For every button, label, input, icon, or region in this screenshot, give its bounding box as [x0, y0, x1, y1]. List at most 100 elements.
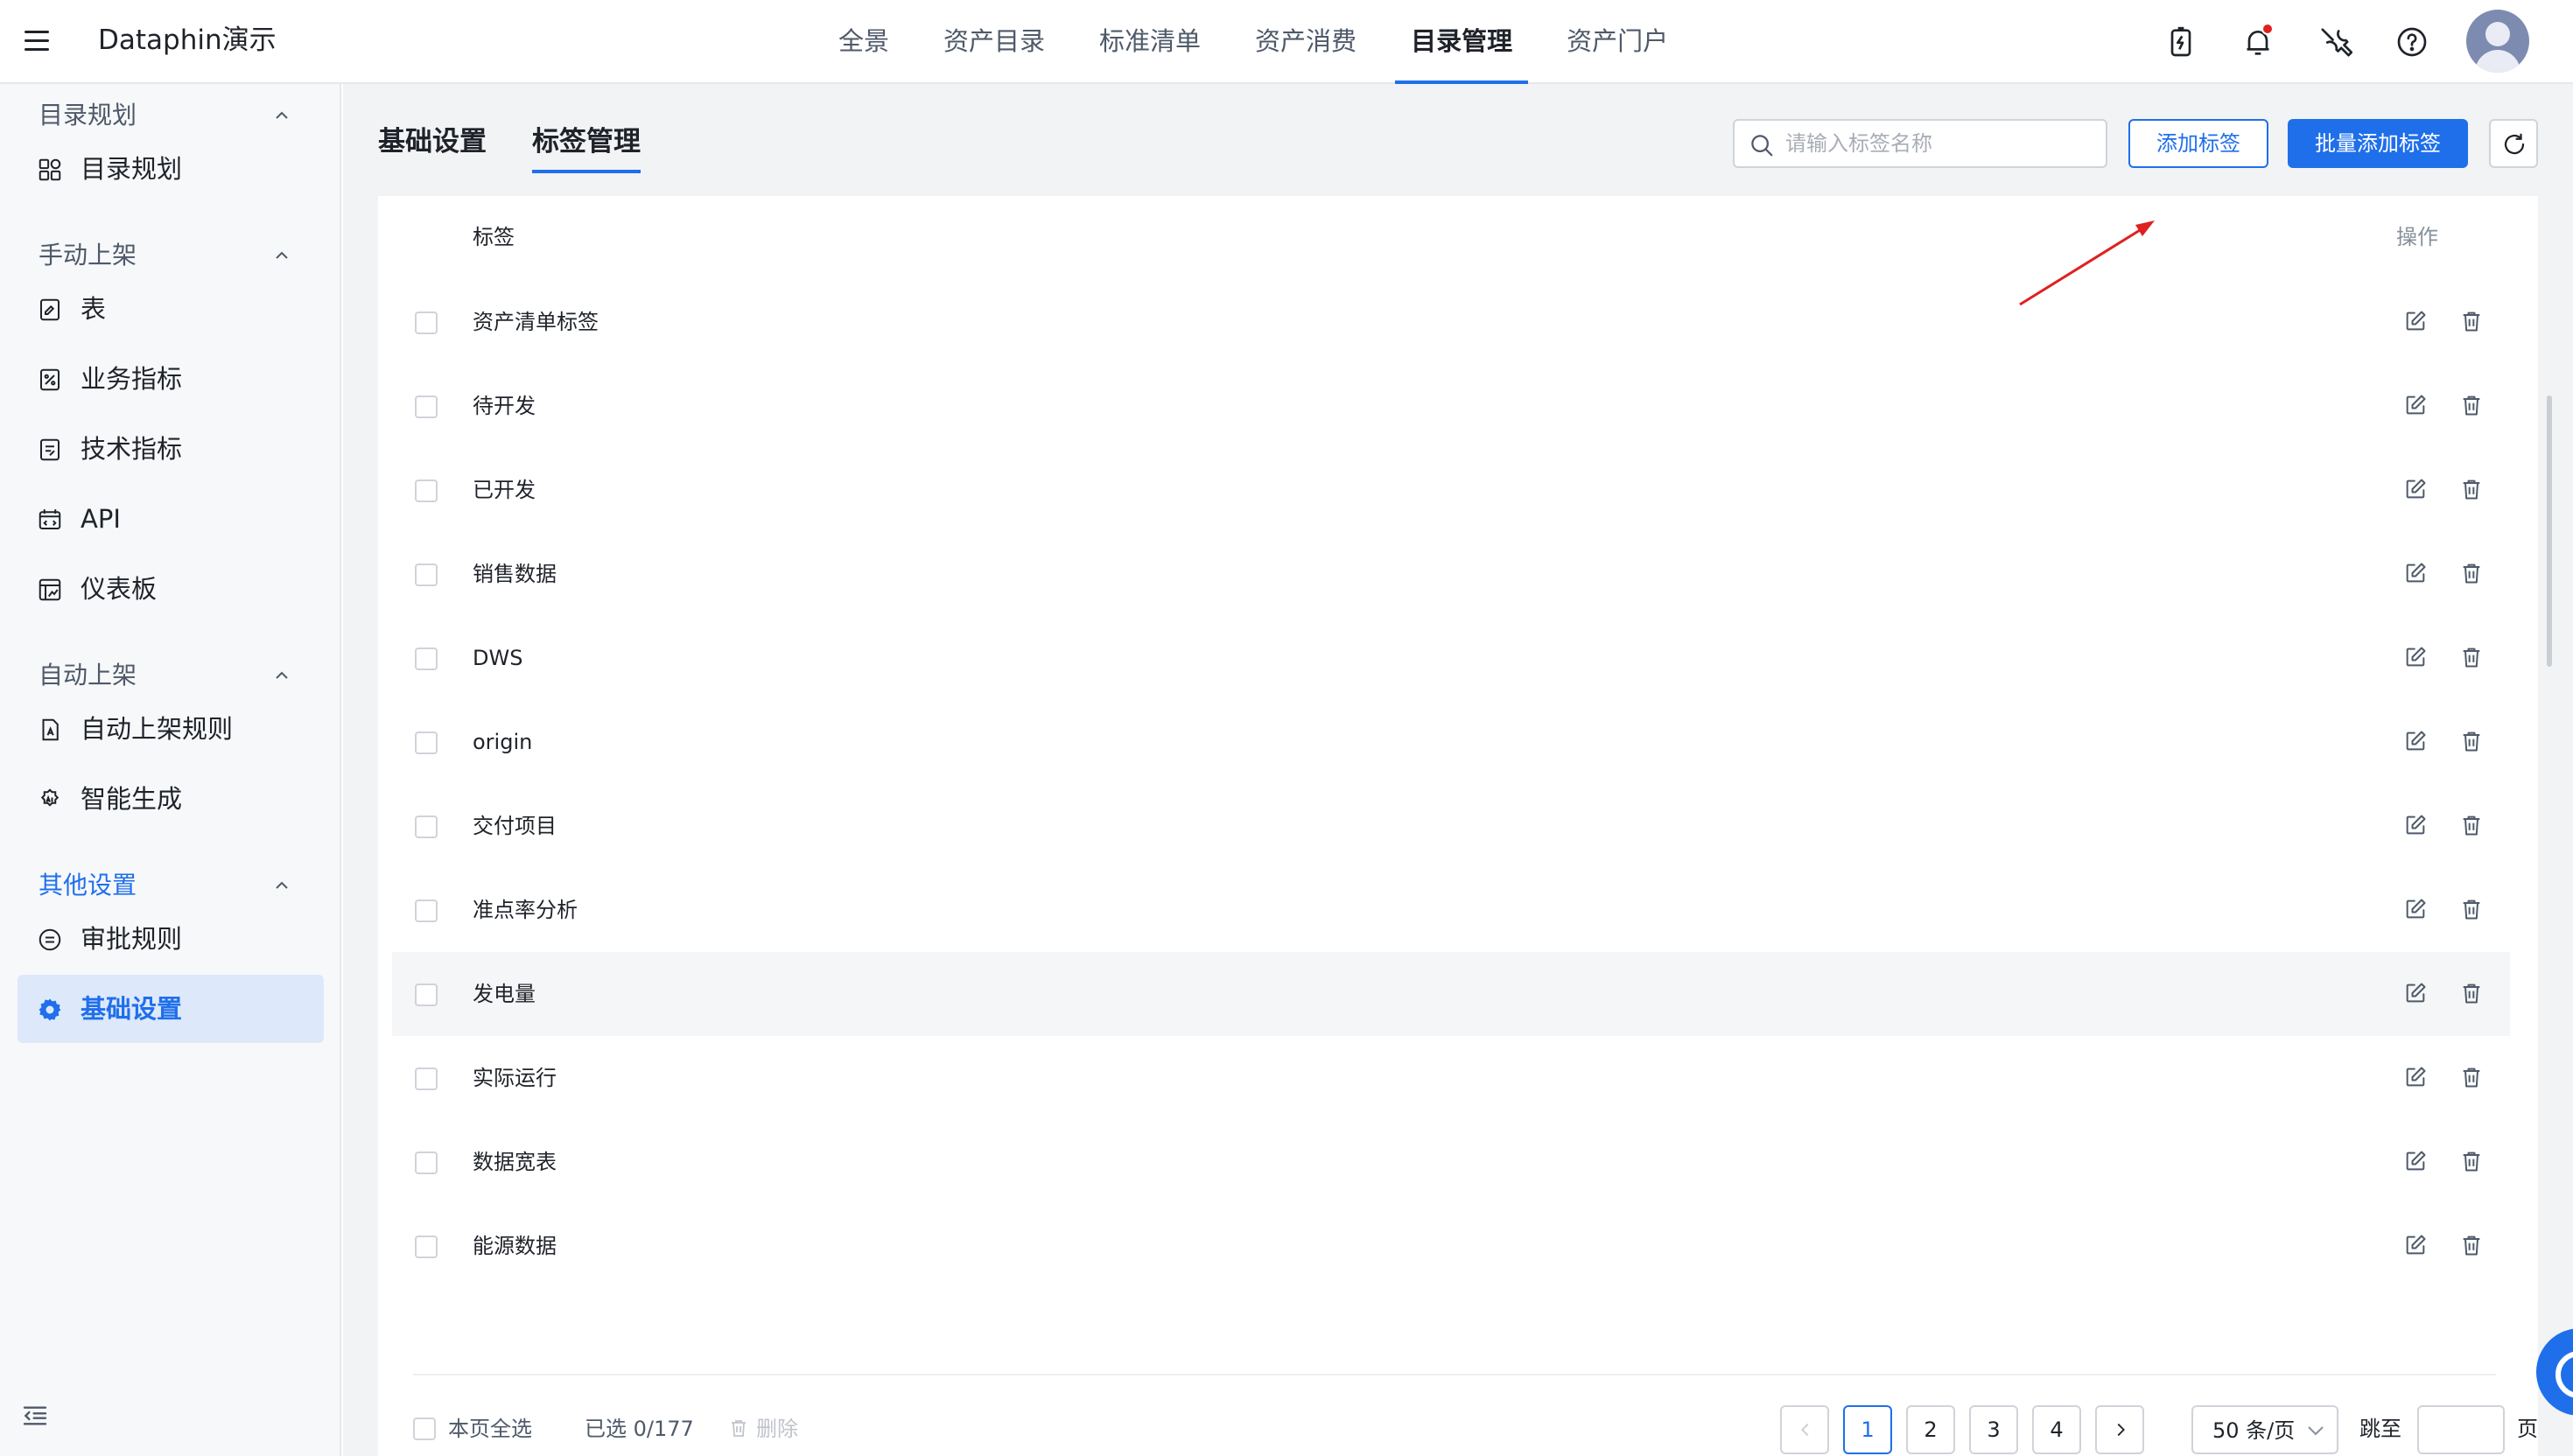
nav-item-asset-catalog[interactable]: 资产目录	[928, 0, 1061, 84]
sidebar-item-basic-settings[interactable]: 基础设置	[18, 975, 324, 1043]
edit-icon[interactable]	[2403, 981, 2428, 1005]
table-doc-icon	[37, 297, 63, 323]
row-checkbox[interactable]	[415, 648, 438, 670]
nav-item-catalog-management[interactable]: 目录管理	[1395, 0, 1529, 84]
sidebar-item-business-metric[interactable]: 业务指标	[18, 345, 324, 413]
sidebar-item-catalog-planning[interactable]: 目录规划	[18, 135, 324, 203]
edit-icon[interactable]	[2403, 813, 2428, 837]
edit-icon[interactable]	[2403, 897, 2428, 921]
sidebar-item-approval-rule[interactable]: 审批规则	[18, 905, 324, 973]
page-1-button[interactable]: 1	[1843, 1405, 1892, 1454]
table-row[interactable]: 航班信息	[392, 1288, 2510, 1311]
edit-icon[interactable]	[2403, 1233, 2428, 1257]
table-row[interactable]: 准点率分析	[392, 868, 2510, 952]
row-checkbox[interactable]	[415, 900, 438, 922]
sidebar: 目录规划 目录规划 手动上架 表 业务指标 技术指标 API 仪表板 自动上架 …	[0, 84, 341, 1456]
table-row[interactable]: 实际运行	[392, 1036, 2510, 1120]
tag-name: 资产清单标签	[473, 310, 599, 334]
edit-icon[interactable]	[2403, 729, 2428, 753]
vertical-scrollbar[interactable]	[2547, 396, 2552, 667]
hamburger-menu-icon[interactable]	[19, 23, 54, 58]
sidebar-item-smart-generate[interactable]: 智能生成	[18, 765, 324, 833]
edit-icon[interactable]	[2403, 645, 2428, 669]
edit-icon[interactable]	[2403, 561, 2428, 585]
row-checkbox[interactable]	[415, 1236, 438, 1258]
row-checkbox[interactable]	[415, 1068, 438, 1090]
collapse-sidebar-icon[interactable]	[21, 1402, 49, 1430]
sidebar-group-other-settings[interactable]: 其他设置	[0, 859, 341, 912]
edit-icon[interactable]	[2403, 393, 2428, 417]
table-row[interactable]: 销售数据	[392, 532, 2510, 616]
page-4-button[interactable]: 4	[2032, 1405, 2081, 1454]
trash-icon[interactable]	[2459, 981, 2484, 1005]
bell-icon[interactable]	[2240, 23, 2275, 60]
jump-page-input[interactable]	[2417, 1405, 2505, 1454]
trash-icon[interactable]	[2459, 729, 2484, 753]
select-all-checkbox[interactable]	[413, 1418, 436, 1440]
row-checkbox[interactable]	[415, 816, 438, 838]
table-row[interactable]: 发电量	[392, 952, 2510, 1036]
help-icon[interactable]	[2394, 24, 2429, 60]
row-checkbox[interactable]	[415, 1152, 438, 1174]
prev-page-button[interactable]	[1780, 1405, 1829, 1454]
row-checkbox[interactable]	[415, 732, 438, 754]
row-checkbox[interactable]	[415, 480, 438, 502]
edit-icon[interactable]	[2403, 1149, 2428, 1173]
sidebar-item-api[interactable]: API	[18, 485, 324, 553]
add-tag-button[interactable]: 添加标签	[2128, 119, 2268, 168]
select-all-label[interactable]: 本页全选	[448, 1414, 532, 1444]
sidebar-group-manual-listing[interactable]: 手动上架	[0, 229, 341, 282]
tag-name: 准点率分析	[473, 898, 578, 922]
trash-icon[interactable]	[2459, 477, 2484, 501]
chevron-up-icon	[276, 111, 288, 119]
table-row[interactable]: 资产清单标签	[392, 280, 2510, 364]
sidebar-item-technical-metric[interactable]: 技术指标	[18, 415, 324, 483]
sidebar-item-table[interactable]: 表	[18, 275, 324, 343]
trash-icon[interactable]	[2459, 309, 2484, 333]
row-checkbox[interactable]	[415, 984, 438, 1006]
page-3-button[interactable]: 3	[1969, 1405, 2018, 1454]
sidebar-item-dashboard[interactable]: 仪表板	[18, 555, 324, 623]
page-2-button[interactable]: 2	[1906, 1405, 1955, 1454]
table-row[interactable]: 交付项目	[392, 784, 2510, 868]
sidebar-group-auto-listing[interactable]: 自动上架	[0, 649, 341, 702]
table-row[interactable]: 数据宽表	[392, 1120, 2510, 1204]
table-row[interactable]: 已开发	[392, 448, 2510, 532]
trash-icon[interactable]	[2459, 645, 2484, 669]
next-page-button[interactable]	[2095, 1405, 2144, 1454]
tag-search-input[interactable]	[1785, 128, 2092, 159]
page-size-select[interactable]: 50 条/页	[2191, 1405, 2338, 1454]
table-row[interactable]: 能源数据	[392, 1204, 2510, 1288]
refresh-button[interactable]	[2489, 119, 2538, 168]
trash-icon[interactable]	[2459, 1233, 2484, 1257]
edit-icon[interactable]	[2403, 1065, 2428, 1089]
trash-icon[interactable]	[2459, 1065, 2484, 1089]
user-avatar[interactable]	[2466, 10, 2529, 73]
sidebar-group-catalog-planning[interactable]: 目录规划	[0, 89, 341, 142]
row-checkbox[interactable]	[415, 312, 438, 334]
trash-icon[interactable]	[2459, 561, 2484, 585]
wrench-icon[interactable]	[2317, 24, 2353, 60]
sidebar-item-auto-listing-rule[interactable]: 自动上架规则	[18, 695, 324, 763]
tab-basic-settings[interactable]: 基础设置	[378, 124, 487, 159]
edit-icon[interactable]	[2403, 309, 2428, 333]
trash-icon[interactable]	[2459, 393, 2484, 417]
lightning-badge-icon[interactable]	[2163, 24, 2198, 60]
trash-icon[interactable]	[2459, 813, 2484, 837]
edit-icon[interactable]	[2403, 477, 2428, 501]
batch-add-tag-button[interactable]: 批量添加标签	[2288, 119, 2468, 168]
row-checkbox[interactable]	[415, 564, 438, 586]
footer-divider	[413, 1374, 2496, 1376]
tag-name: 已开发	[473, 478, 536, 502]
row-checkbox[interactable]	[415, 396, 438, 418]
table-row[interactable]: 待开发	[392, 364, 2510, 448]
table-row[interactable]: origin	[392, 700, 2510, 784]
tab-tag-management[interactable]: 标签管理	[532, 124, 641, 173]
nav-item-standard-list[interactable]: 标准清单	[1083, 0, 1216, 84]
nav-item-overview[interactable]: 全景	[823, 0, 905, 84]
trash-icon[interactable]	[2459, 1149, 2484, 1173]
nav-item-asset-portal[interactable]: 资产门户	[1551, 0, 1684, 84]
nav-item-asset-consumption[interactable]: 资产消费	[1239, 0, 1372, 84]
trash-icon[interactable]	[2459, 897, 2484, 921]
table-row[interactable]: DWS	[392, 616, 2510, 700]
